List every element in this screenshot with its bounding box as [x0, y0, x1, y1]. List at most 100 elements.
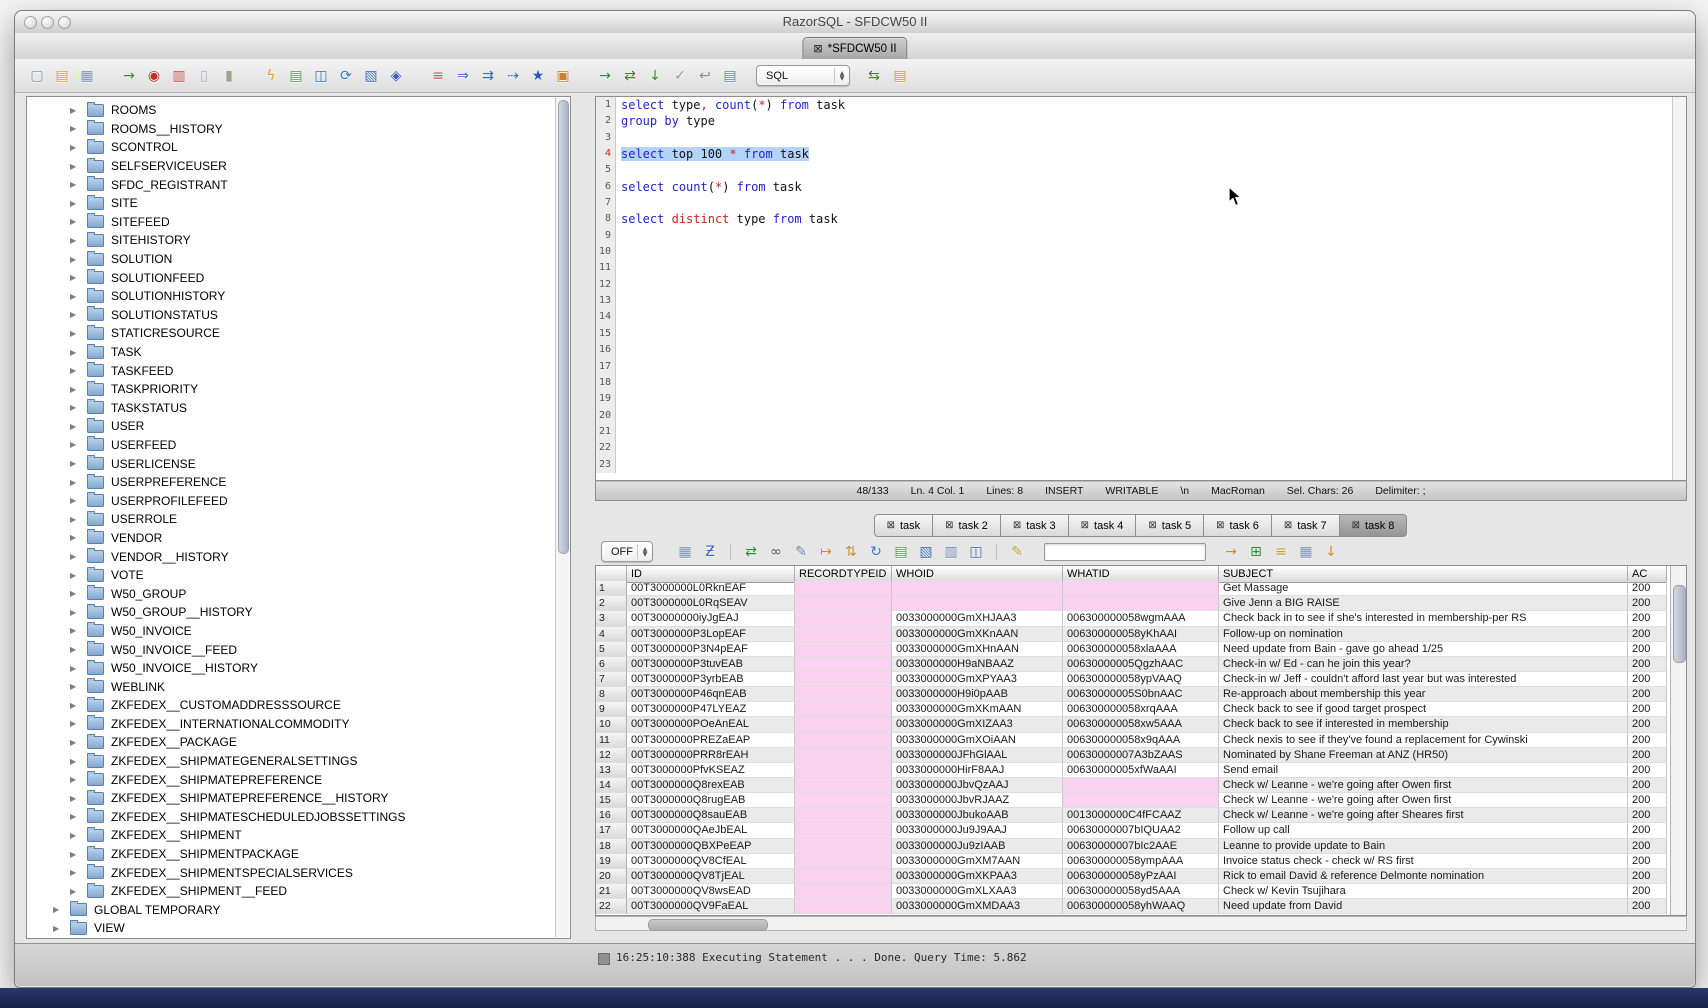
- cell-id[interactable]: 00T3000000QBXPeEAP: [627, 839, 795, 854]
- tree-item[interactable]: ▶SFDC_REGISTRANT: [27, 175, 570, 194]
- tree-item[interactable]: ▶USERFEED: [27, 436, 570, 455]
- cell-id[interactable]: 00T3000000P3N4pEAF: [627, 642, 795, 657]
- cell-activitydate[interactable]: 200: [1628, 702, 1667, 717]
- cell-id[interactable]: 00T3000000Q8rexEAB: [627, 778, 795, 793]
- row-number[interactable]: 9: [596, 702, 627, 717]
- tree-item[interactable]: ▶ROOMS: [27, 101, 570, 120]
- cell-id[interactable]: 00T3000000L0RknEAF: [627, 581, 795, 596]
- disclosure-triangle-icon[interactable]: ▶: [70, 589, 82, 598]
- insert-row-icon[interactable]: ↦: [816, 542, 836, 562]
- cell-subject[interactable]: Check w/ Leanne - we're going after Owen…: [1219, 778, 1628, 793]
- stepper-icon[interactable]: ▲▼: [834, 68, 849, 83]
- tree-item[interactable]: ▶WEBLINK: [27, 677, 570, 696]
- cell-id[interactable]: 00T3000000QAeJbEAL: [627, 823, 795, 838]
- cell-whatid[interactable]: 00630000007bIc2AAE: [1063, 839, 1219, 854]
- editor-line[interactable]: 6select count(*) from task: [596, 179, 1686, 195]
- cell-subject[interactable]: Leanne to provide update to Bain: [1219, 839, 1628, 854]
- row-number[interactable]: 6: [596, 657, 627, 672]
- tree-item[interactable]: ▶GLOBAL TEMPORARY: [27, 901, 570, 920]
- cell-recordtypeid[interactable]: [795, 808, 892, 823]
- cell-whatid[interactable]: 00630000007A3bZAAS: [1063, 748, 1219, 763]
- disclosure-triangle-icon[interactable]: ▶: [70, 180, 82, 189]
- disclosure-triangle-icon[interactable]: ▶: [70, 831, 82, 840]
- cell-recordtypeid[interactable]: [795, 611, 892, 626]
- cell-whatid[interactable]: 006300000058yd5AAA: [1063, 884, 1219, 899]
- cell-recordtypeid[interactable]: [795, 596, 892, 611]
- disclosure-triangle-icon[interactable]: ▶: [70, 403, 82, 412]
- row-number[interactable]: 21: [596, 884, 627, 899]
- cell-whoid[interactable]: 0033000000GmXKnAAN: [892, 627, 1063, 642]
- disclosure-triangle-icon[interactable]: ▶: [70, 719, 82, 728]
- row-number[interactable]: 11: [596, 733, 627, 748]
- cell-recordtypeid[interactable]: [795, 884, 892, 899]
- view-row-icon[interactable]: ∞: [766, 542, 786, 562]
- cell-subject[interactable]: Check back to see if interested in membe…: [1219, 717, 1628, 732]
- row-number[interactable]: 4: [596, 627, 627, 642]
- tree-item[interactable]: ▶ZKFEDEX__SHIPMENT: [27, 826, 570, 845]
- fetch-icon[interactable]: ↓: [645, 66, 665, 86]
- cell-id[interactable]: 00T3000000POeAnEAL: [627, 717, 795, 732]
- cell-recordtypeid[interactable]: [795, 748, 892, 763]
- cell-subject[interactable]: Check back to see if good target prospec…: [1219, 702, 1628, 717]
- row-number[interactable]: 15: [596, 793, 627, 808]
- row-number[interactable]: 16: [596, 808, 627, 823]
- tree-item[interactable]: ▶SITEHISTORY: [27, 231, 570, 250]
- result-tab[interactable]: ⊠task 4: [1068, 514, 1137, 537]
- cell-whoid[interactable]: 0033000000GmXHnAAN: [892, 642, 1063, 657]
- cell-id[interactable]: 00T3000000P3LopEAF: [627, 627, 795, 642]
- refresh-results-icon[interactable]: ⇄: [741, 542, 761, 562]
- cell-activitydate[interactable]: 200: [1628, 793, 1667, 808]
- disclosure-triangle-icon[interactable]: ▶: [70, 143, 82, 152]
- row-number[interactable]: 10: [596, 717, 627, 732]
- cell-whoid[interactable]: 0033000000GmXKmAAN: [892, 702, 1063, 717]
- save-grid-icon[interactable]: ▦: [1296, 542, 1316, 562]
- cell-whatid[interactable]: 006300000058ypVAAQ: [1063, 672, 1219, 687]
- cell-whoid[interactable]: 0033000000H9i0pAAB: [892, 687, 1063, 702]
- tree-item[interactable]: ▶SCONTROL: [27, 138, 570, 157]
- tree-item[interactable]: ▶SOLUTION: [27, 250, 570, 269]
- cell-activitydate[interactable]: 200: [1628, 642, 1667, 657]
- sync-icon[interactable]: ⇄: [620, 66, 640, 86]
- row-number[interactable]: 8: [596, 687, 627, 702]
- disclosure-triangle-icon[interactable]: ▶: [70, 496, 82, 505]
- cell-recordtypeid[interactable]: [795, 763, 892, 778]
- cell-whoid[interactable]: 0033000000Ju9zIAAB: [892, 839, 1063, 854]
- cell-subject[interactable]: Get Massage: [1219, 581, 1628, 596]
- tree-item[interactable]: ▶W50_INVOICE: [27, 622, 570, 641]
- export-tool-icon[interactable]: ⟳: [336, 66, 356, 86]
- result-tab-close-icon[interactable]: ⊠: [1013, 520, 1021, 531]
- disconnect-icon[interactable]: ◉: [144, 66, 164, 86]
- cell-whatid[interactable]: 006300000058x9qAAA: [1063, 733, 1219, 748]
- execute-statement-icon[interactable]: ⇒: [453, 66, 473, 86]
- cell-recordtypeid[interactable]: [795, 854, 892, 869]
- cell-activitydate[interactable]: 200: [1628, 657, 1667, 672]
- disclosure-triangle-icon[interactable]: ▶: [70, 162, 82, 171]
- cell-recordtypeid[interactable]: [795, 823, 892, 838]
- tree-item[interactable]: ▶USERROLE: [27, 510, 570, 529]
- favorites-icon[interactable]: ★: [528, 66, 548, 86]
- sort-filter-icon[interactable]: Ƶ: [700, 542, 720, 562]
- cell-whatid[interactable]: [1063, 596, 1219, 611]
- cell-recordtypeid[interactable]: [795, 687, 892, 702]
- tree-item[interactable]: ▶ZKFEDEX__PACKAGE: [27, 733, 570, 752]
- cell-subject[interactable]: Check-in w/ Jeff - couldn't afford last …: [1219, 672, 1628, 687]
- disclosure-triangle-icon[interactable]: ▶: [70, 106, 82, 115]
- limit-select[interactable]: OFF ▲▼: [601, 541, 653, 562]
- tree-item[interactable]: ▶W50_INVOICE__FEED: [27, 640, 570, 659]
- reload-grid-icon[interactable]: ↻: [866, 542, 886, 562]
- disclosure-triangle-icon[interactable]: ▶: [70, 217, 82, 226]
- row-number[interactable]: 7: [596, 672, 627, 687]
- disclosure-triangle-icon[interactable]: ▶: [70, 124, 82, 133]
- disclosure-triangle-icon[interactable]: ▶: [70, 255, 82, 264]
- cell-whoid[interactable]: 0033000000JbvRJAAZ: [892, 793, 1063, 808]
- cell-activitydate[interactable]: 200: [1628, 839, 1667, 854]
- cell-whoid[interactable]: 0033000000GmXIZAA3: [892, 717, 1063, 732]
- cell-whoid[interactable]: 0033000000JbukoAAB: [892, 808, 1063, 823]
- document-tab[interactable]: ⊠ *SFDCW50 II: [802, 37, 907, 59]
- cell-whatid[interactable]: 006300000058wgmAAA: [1063, 611, 1219, 626]
- stepper-icon[interactable]: ▲▼: [637, 544, 652, 559]
- result-tab[interactable]: ⊠task: [874, 514, 934, 537]
- tree-item[interactable]: ▶W50_GROUP: [27, 584, 570, 603]
- tree-item[interactable]: ▶ZKFEDEX__CUSTOMADDRESSSOURCE: [27, 696, 570, 715]
- tree-item[interactable]: ▶VOTE: [27, 566, 570, 585]
